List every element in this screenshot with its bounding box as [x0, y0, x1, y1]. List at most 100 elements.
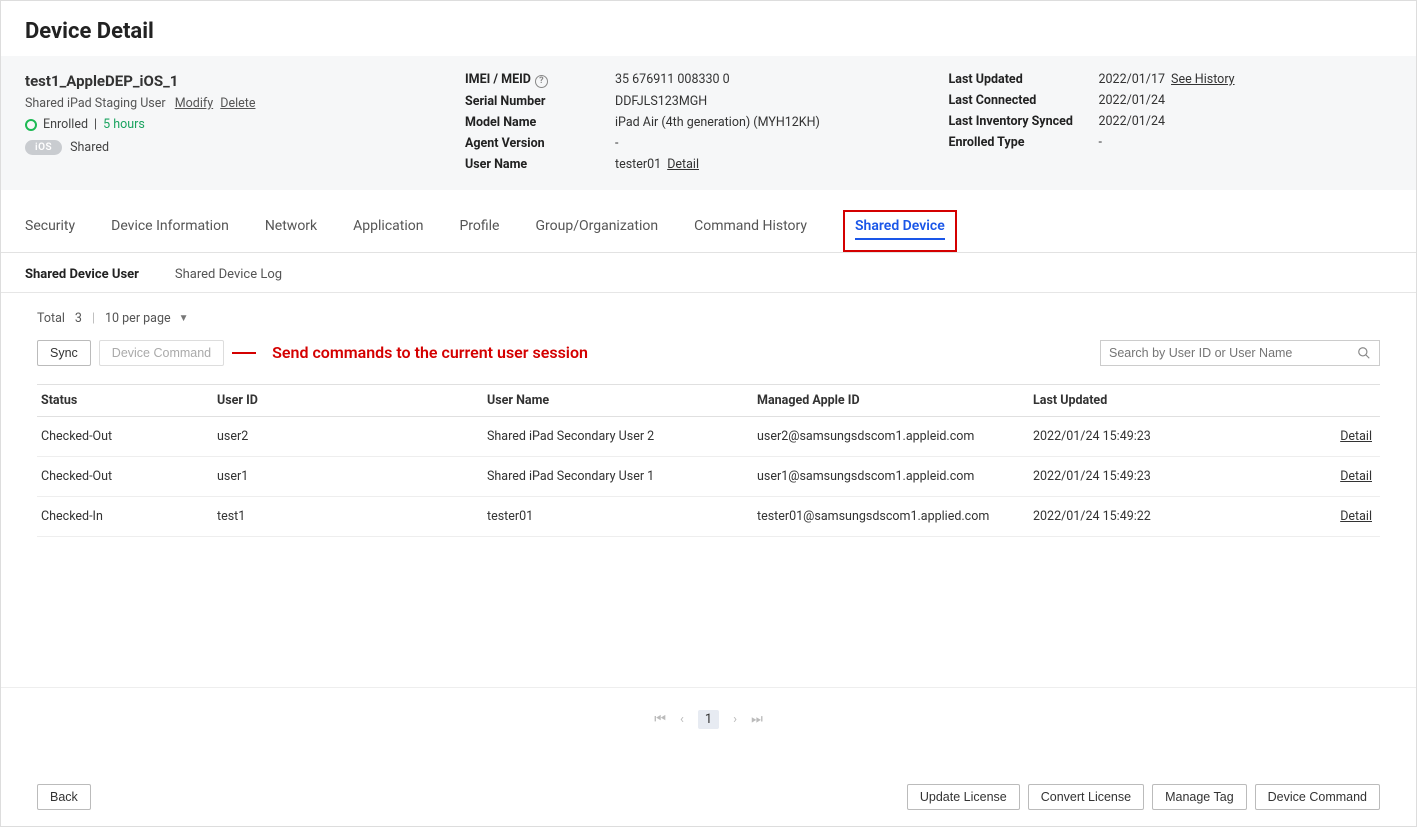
enrolled-type-label: Enrolled Type	[949, 135, 1099, 150]
model-value: iPad Air (4th generation) (MYH12KH)	[615, 115, 820, 130]
staging-user: Shared iPad Staging User	[25, 96, 166, 111]
enrolled-label: Enrolled	[43, 117, 88, 132]
total-count: 3	[75, 311, 82, 326]
serial-label: Serial Number	[465, 94, 615, 109]
manage-tag-button[interactable]: Manage Tag	[1152, 784, 1247, 810]
back-button[interactable]: Back	[37, 784, 91, 810]
search-input[interactable]	[1109, 346, 1357, 360]
cell-status: Checked-Out	[37, 429, 217, 444]
separator: |	[94, 117, 97, 132]
row-detail-link[interactable]: Detail	[1340, 509, 1372, 524]
tab-group-organization[interactable]: Group/Organization	[535, 208, 658, 252]
last-connected-label: Last Connected	[949, 93, 1099, 108]
user-table: Status User ID User Name Managed Apple I…	[37, 384, 1380, 537]
separator: |	[92, 311, 95, 326]
subtab-shared-device-log[interactable]: Shared Device Log	[175, 267, 282, 282]
col-user-name: User Name	[487, 393, 757, 408]
page-next-icon[interactable]: ›	[733, 712, 737, 727]
serial-value: DDFJLS123MGH	[615, 94, 707, 109]
cell-user-id: user1	[217, 469, 487, 484]
user-label: User Name	[465, 157, 615, 172]
inventory-value: 2022/01/24	[1099, 114, 1166, 129]
table-row: Checked-Outuser2Shared iPad Secondary Us…	[37, 417, 1380, 457]
tab-application[interactable]: Application	[353, 208, 423, 252]
imei-value: 35 676911 008330 0	[615, 72, 730, 88]
pagination: ⏮ ‹ 1 › ⏭	[1, 687, 1416, 729]
enrolled-age: 5 hours	[103, 117, 145, 132]
table-header: Status User ID User Name Managed Apple I…	[37, 384, 1380, 417]
help-icon[interactable]: ?	[535, 75, 548, 88]
cell-status: Checked-In	[37, 509, 217, 524]
cell-user-id: user2	[217, 429, 487, 444]
tab-security[interactable]: Security	[25, 208, 75, 252]
last-updated-label: Last Updated	[949, 72, 1099, 87]
cell-last-updated: 2022/01/24 15:49:23	[1033, 429, 1273, 444]
row-detail-link[interactable]: Detail	[1340, 429, 1372, 444]
row-detail-link[interactable]: Detail	[1340, 469, 1372, 484]
callout-line	[232, 352, 256, 354]
search-icon	[1357, 346, 1371, 360]
cell-user-name: tester01	[487, 509, 757, 524]
chevron-down-icon: ▼	[179, 313, 189, 324]
cell-apple-id: user2@samsungsdscom1.appleid.com	[757, 429, 1033, 444]
per-page-selector[interactable]: 10 per page ▼	[105, 311, 189, 326]
imei-label: IMEI / MEID	[465, 72, 531, 87]
tab-shared-device[interactable]: Shared Device	[855, 218, 945, 240]
tab-command-history[interactable]: Command History	[694, 208, 807, 252]
footer-device-command-button[interactable]: Device Command	[1255, 784, 1380, 810]
cell-status: Checked-Out	[37, 469, 217, 484]
user-detail-link[interactable]: Detail	[667, 157, 699, 172]
tab-device-information[interactable]: Device Information	[111, 208, 229, 252]
cell-apple-id: user1@samsungsdscom1.appleid.com	[757, 469, 1033, 484]
update-license-button[interactable]: Update License	[907, 784, 1020, 810]
footer-actions: Back Update License Convert License Mana…	[1, 784, 1416, 810]
table-row: Checked-Outuser1Shared iPad Secondary Us…	[37, 457, 1380, 497]
cell-user-id: test1	[217, 509, 487, 524]
tab-profile[interactable]: Profile	[459, 208, 499, 252]
cell-user-name: Shared iPad Secondary User 2	[487, 429, 757, 444]
table-row: Checked-Intest1tester01tester01@samsungs…	[37, 497, 1380, 537]
sync-button[interactable]: Sync	[37, 340, 91, 366]
col-apple-id: Managed Apple ID	[757, 393, 1033, 408]
device-command-button[interactable]: Device Command	[99, 340, 224, 366]
shared-label: Shared	[70, 140, 109, 155]
tab-network[interactable]: Network	[265, 208, 317, 252]
page-title: Device Detail	[1, 1, 1416, 56]
search-box[interactable]	[1100, 340, 1380, 366]
agent-value: -	[615, 136, 618, 151]
delete-link[interactable]: Delete	[220, 96, 255, 111]
os-badge: iOS	[25, 140, 62, 155]
page-first-icon[interactable]: ⏮	[654, 712, 666, 727]
col-status: Status	[37, 393, 217, 408]
model-label: Model Name	[465, 115, 615, 130]
page-last-icon[interactable]: ⏭	[751, 712, 763, 727]
col-user-id: User ID	[217, 393, 487, 408]
cell-user-name: Shared iPad Secondary User 1	[487, 469, 757, 484]
subtab-shared-device-user[interactable]: Shared Device User	[25, 267, 139, 282]
last-updated-value: 2022/01/17	[1099, 72, 1166, 87]
col-last-updated: Last Updated	[1033, 393, 1273, 408]
col-detail	[1273, 393, 1380, 408]
page-current[interactable]: 1	[698, 710, 719, 729]
device-name: test1_AppleDEP_iOS_1	[25, 72, 425, 90]
enrolled-type-value: -	[1099, 135, 1102, 150]
enrolled-status-icon	[25, 119, 37, 131]
device-summary: test1_AppleDEP_iOS_1 Shared iPad Staging…	[1, 56, 1416, 190]
sub-tabs: Shared Device User Shared Device Log	[1, 253, 1416, 293]
cell-apple-id: tester01@samsungsdscom1.applied.com	[757, 509, 1033, 524]
total-label: Total	[37, 311, 65, 326]
modify-link[interactable]: Modify	[175, 96, 213, 111]
main-tabs: Security Device Information Network Appl…	[1, 208, 1416, 253]
inventory-label: Last Inventory Synced	[949, 114, 1099, 129]
last-connected-value: 2022/01/24	[1099, 93, 1166, 108]
tab-highlight-box: Shared Device	[843, 210, 957, 252]
convert-license-button[interactable]: Convert License	[1028, 784, 1144, 810]
user-value: tester01	[615, 157, 661, 172]
agent-label: Agent Version	[465, 136, 615, 151]
callout-text: Send commands to the current user sessio…	[272, 343, 588, 362]
page-prev-icon[interactable]: ‹	[680, 712, 684, 727]
per-page-label: 10 per page	[105, 311, 171, 326]
see-history-link[interactable]: See History	[1171, 72, 1235, 87]
cell-last-updated: 2022/01/24 15:49:22	[1033, 509, 1273, 524]
cell-last-updated: 2022/01/24 15:49:23	[1033, 469, 1273, 484]
